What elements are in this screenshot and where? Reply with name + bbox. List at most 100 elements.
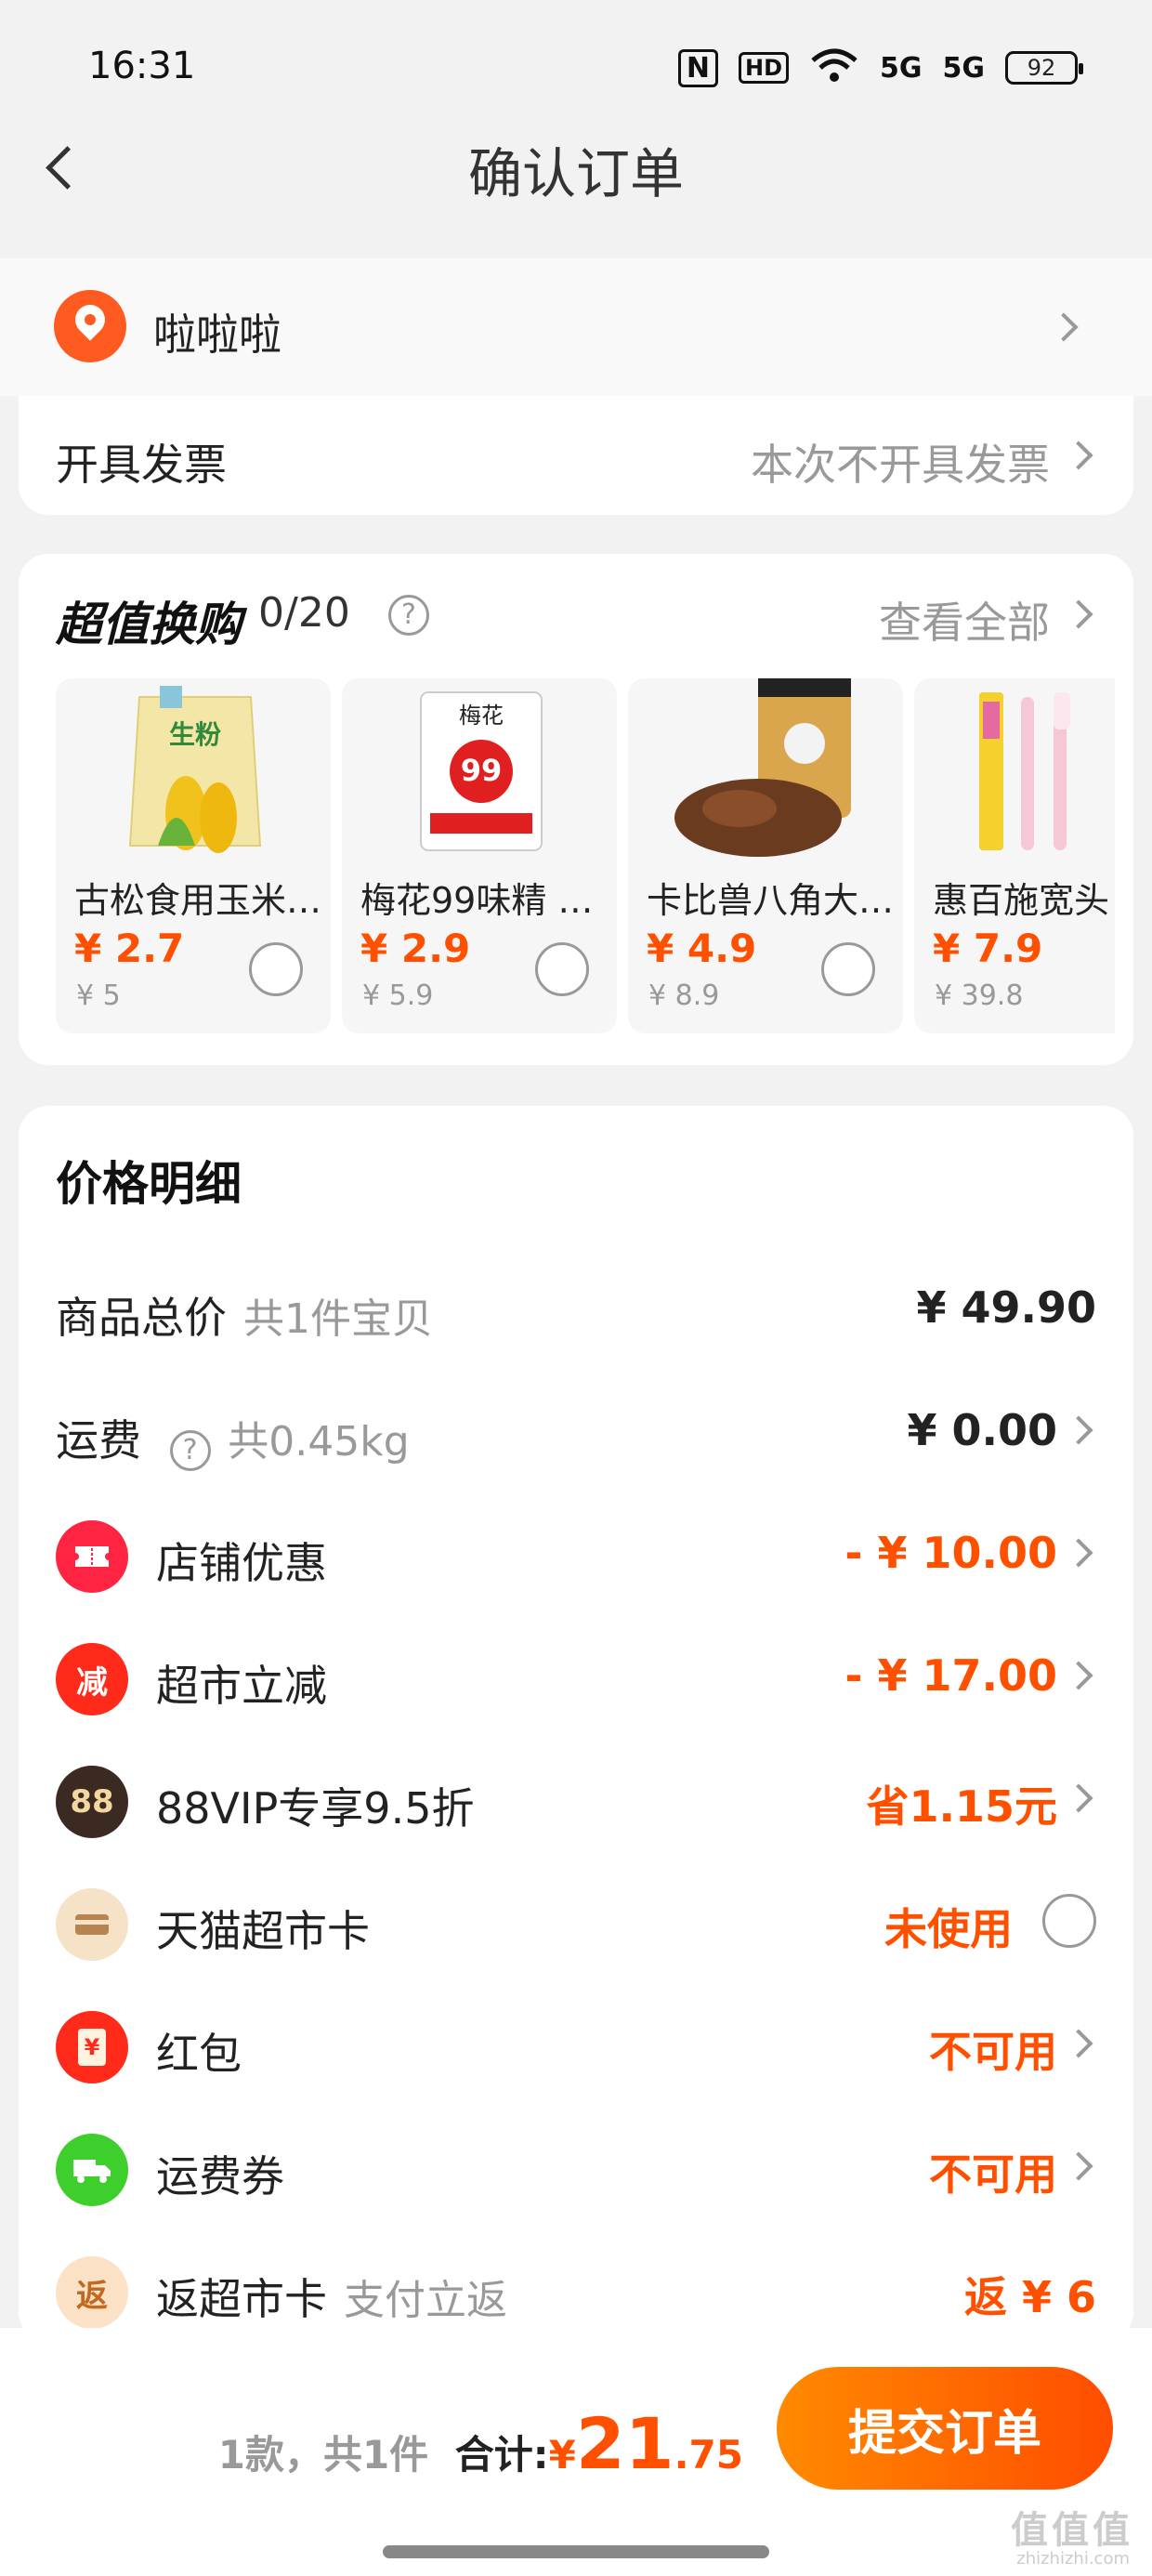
select-radio[interactable] — [535, 942, 589, 996]
signal-5g-icon: 5G — [880, 51, 923, 85]
subtotal-label: 商品总价 共1件宝贝 — [56, 1293, 433, 1343]
red-packet-row[interactable]: ¥ 红包 不可用 — [19, 1989, 1133, 2100]
swap-purchase-card: 超值换购 0/20 ? 查看全部 生粉 古松食用玉米… ¥ 2.7 ¥ 5 梅花… — [19, 554, 1133, 1065]
red-packet-icon: ¥ — [56, 2011, 128, 2083]
vip-discount-row[interactable]: 88 88VIP专享9.5折 省1.15元 — [19, 1743, 1133, 1855]
product-name: 古松食用玉米… — [74, 880, 322, 921]
swap-count: 0/20 — [258, 589, 350, 637]
product-original-price: ¥ 39.8 — [935, 979, 1024, 1012]
location-icon — [54, 290, 126, 362]
market-reduction-value: - ¥ 17.00 — [844, 1650, 1057, 1701]
total-currency: ¥ — [548, 2432, 576, 2477]
shipping-value: ¥ 0.00 — [907, 1405, 1057, 1455]
cashback-sub: 支付立返 — [344, 2277, 507, 2324]
cashback-value: 返 ¥ 6 — [963, 2272, 1096, 2322]
chevron-right-icon — [1049, 312, 1079, 342]
status-icons: N HD 5G 5G 92 — [677, 45, 1083, 91]
gift-card-icon — [56, 1888, 128, 1961]
market-reduction-label: 超市立减 — [156, 1661, 327, 1711]
svg-text:99: 99 — [461, 753, 503, 788]
reduction-icon: 减 — [56, 1643, 128, 1715]
product-name: 梅花99味精 … — [360, 880, 594, 921]
price-detail-card: 价格明细 商品总价 共1件宝贝 ¥ 49.90 运费 ? 共0.45kg ¥ 0.… — [19, 1106, 1133, 2342]
red-packet-label: 红包 — [156, 2029, 242, 2079]
product-price: ¥ 2.7 — [74, 926, 185, 971]
chevron-right-icon — [1064, 2029, 1093, 2058]
invoice-row[interactable]: 开具发票 本次不开具发票 — [19, 396, 1133, 515]
total-decimal: .75 — [674, 2432, 743, 2477]
market-reduction-row[interactable]: 减 超市立减 - ¥ 17.00 — [19, 1621, 1133, 1732]
svg-text:梅花: 梅花 — [459, 703, 504, 729]
chevron-right-icon — [1064, 1661, 1093, 1690]
watermark-url: zhizhizhi.com — [1016, 2549, 1130, 2569]
page-title: 确认订单 — [467, 142, 684, 205]
vip-discount-label: 88VIP专享9.5折 — [156, 1783, 475, 1833]
product-carousel[interactable]: 生粉 古松食用玉米… ¥ 2.7 ¥ 5 梅花 99 梅花99味精 … ¥ 2.… — [56, 678, 1115, 1033]
product-original-price: ¥ 5 — [76, 979, 121, 1012]
coupon-icon — [56, 1520, 128, 1593]
nfc-icon: N — [677, 48, 718, 87]
market-card-label: 天猫超市卡 — [156, 1906, 370, 1956]
vip-88-icon: 88 — [56, 1766, 128, 1838]
help-icon[interactable]: ? — [169, 1430, 211, 1471]
svg-text:生粉: 生粉 — [169, 719, 221, 750]
red-packet-value: 不可用 — [929, 2027, 1057, 2077]
home-indicator[interactable] — [383, 2545, 769, 2558]
chevron-right-icon — [1064, 2151, 1093, 2181]
swap-title: 超值换购 — [56, 598, 242, 651]
product-card[interactable]: 惠百施宽头 ¥ 7.9 ¥ 39.8 — [914, 678, 1115, 1033]
store-discount-value: - ¥ 10.00 — [844, 1528, 1057, 1578]
subtotal-count: 共1件宝贝 — [243, 1295, 433, 1343]
chevron-right-icon — [1064, 1783, 1093, 1813]
truck-icon — [56, 2134, 128, 2206]
total-integer: 21 — [575, 2402, 674, 2485]
total-label: 合计: — [454, 2432, 549, 2477]
product-price: ¥ 2.9 — [360, 926, 471, 971]
watermark-logo: 值值值 — [1011, 2509, 1133, 2552]
cashback-icon: 返 — [56, 2256, 128, 2329]
chevron-right-icon — [1064, 440, 1093, 470]
status-bar: 16:31 N HD 5G 5G 92 — [0, 0, 1152, 139]
market-card-radio[interactable] — [1042, 1894, 1096, 1948]
shipping-label: 运费 ? 共0.45kg — [56, 1407, 410, 1471]
product-image-msg: 梅花 99 — [342, 678, 617, 864]
vip-discount-value: 省1.15元 — [866, 1781, 1058, 1832]
help-icon[interactable]: ? — [388, 595, 429, 636]
wifi-icon — [809, 47, 859, 88]
see-all-link[interactable]: 查看全部 — [879, 589, 1050, 651]
product-card[interactable]: 卡比兽八角大… ¥ 4.9 ¥ 8.9 — [628, 678, 903, 1033]
shipping-coupon-row[interactable]: 运费券 不可用 — [19, 2111, 1133, 2223]
select-radio[interactable] — [249, 942, 303, 996]
subtotal-value: ¥ 49.90 — [916, 1282, 1096, 1333]
store-discount-row[interactable]: 店铺优惠 - ¥ 10.00 — [19, 1498, 1133, 1610]
product-name: 卡比兽八角大… — [647, 880, 895, 921]
market-card-row[interactable]: 天猫超市卡 未使用 — [19, 1866, 1133, 1978]
product-image-corn-starch: 生粉 — [56, 678, 331, 864]
nav-bar: 确认订单 — [0, 121, 1152, 214]
chevron-right-icon — [1064, 1415, 1093, 1445]
chevron-right-icon — [1064, 1538, 1093, 1568]
address-name: 啦啦啦 — [153, 309, 281, 360]
order-summary: 1款，共1件 合计:¥21.75 — [218, 2402, 743, 2485]
submit-order-button[interactable]: 提交订单 — [777, 2367, 1113, 2490]
product-image-toothbrush — [914, 678, 1115, 864]
select-radio[interactable] — [821, 942, 875, 996]
address-row[interactable]: 啦啦啦 — [0, 258, 1152, 396]
chevron-right-icon — [1064, 599, 1093, 629]
product-price: ¥ 7.9 — [933, 926, 1043, 971]
product-card[interactable]: 梅花 99 梅花99味精 … ¥ 2.9 ¥ 5.9 — [342, 678, 617, 1033]
checkout-footer: 1款，共1件 合计:¥21.75 提交订单 值值值 zhizhizhi.com — [0, 2328, 1152, 2576]
battery-icon: 92 — [1005, 51, 1083, 85]
shipping-row[interactable]: 运费 ? 共0.45kg ¥ 0.00 — [19, 1375, 1133, 1487]
invoice-value: 本次不开具发票 — [751, 440, 1050, 490]
invoice-label: 开具发票 — [56, 440, 227, 490]
product-image-star-anise — [628, 678, 903, 864]
product-name: 惠百施宽头 — [933, 880, 1110, 921]
cashback-label: 返超市卡 支付立返 — [156, 2274, 507, 2324]
product-card[interactable]: 生粉 古松食用玉米… ¥ 2.7 ¥ 5 — [56, 678, 331, 1033]
shipping-coupon-value: 不可用 — [929, 2149, 1057, 2200]
price-detail-heading: 价格明细 — [56, 1157, 242, 1211]
status-time: 16:31 — [88, 45, 196, 87]
hd-icon: HD — [738, 52, 789, 84]
shipping-coupon-label: 运费券 — [156, 2151, 284, 2201]
